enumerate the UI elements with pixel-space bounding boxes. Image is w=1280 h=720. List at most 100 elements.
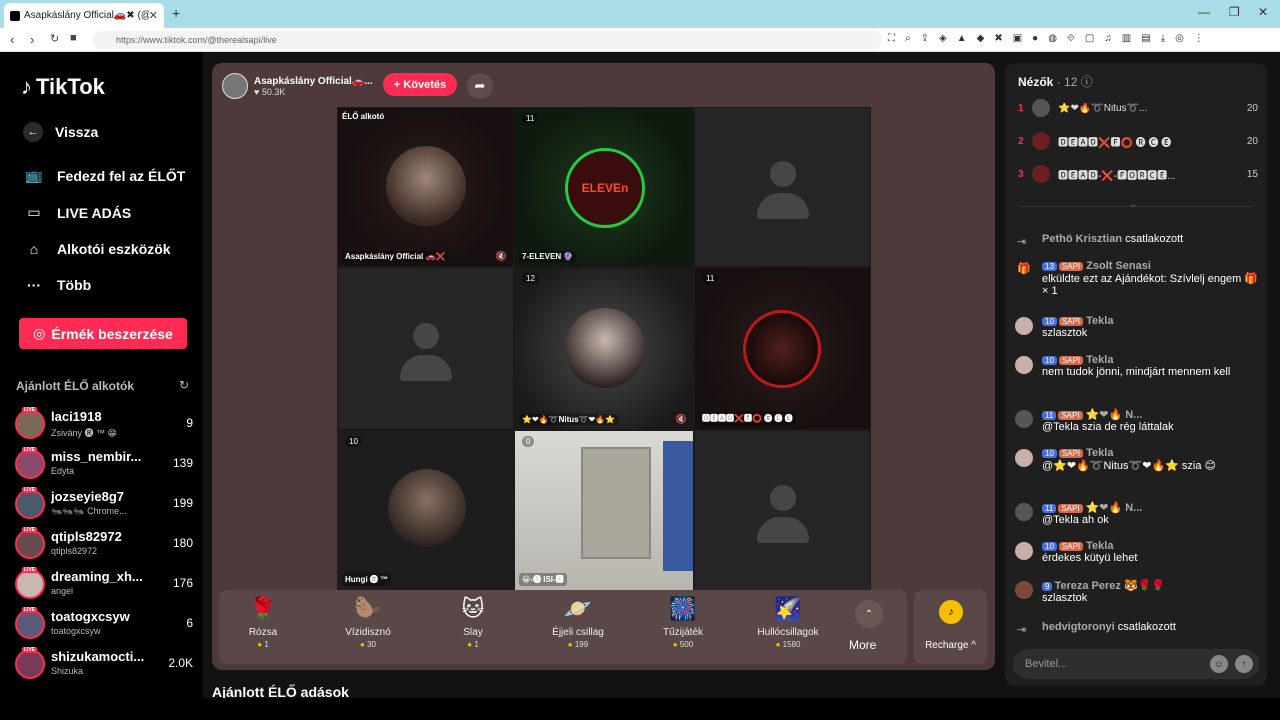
maximize-icon[interactable]: ❐	[1229, 5, 1240, 19]
ext-8-icon[interactable]: ▤	[1141, 33, 1150, 44]
top-viewer-row[interactable]: 3 🅳🅴🅰🅳-❌-🅵🅾🆁🅲🅴... 15	[1018, 164, 1258, 184]
avatar[interactable]	[1015, 410, 1033, 428]
host-info[interactable]: Asapkáslány Official🚗... ♥ 50.3K	[222, 73, 373, 99]
triangle-icon[interactable]: ▲	[957, 33, 967, 44]
chevron-up-icon[interactable]: ⌃	[855, 600, 883, 628]
gift-rose[interactable]: 🌹 Rózsa ● 1	[223, 596, 303, 649]
recommended-creator[interactable]: LIVE miss_nembir... Edyta 139	[15, 447, 195, 483]
ext-3-icon[interactable]: ▣	[1013, 33, 1022, 44]
download-icon[interactable]: ⤓	[1161, 33, 1165, 44]
close-window-icon[interactable]: ✕	[1258, 5, 1268, 19]
emoji-icon[interactable]: ☺	[1210, 655, 1228, 673]
zoom-icon[interactable]: ⌕	[905, 33, 911, 44]
top-viewer-row[interactable]: 2 🅳🅴🅰🅳❌🅵⭕ 🅡 🅒 🅔 20	[1018, 131, 1258, 151]
send-arrow-icon[interactable]: ↑	[1235, 655, 1253, 673]
follow-button[interactable]: + Követés	[383, 73, 457, 96]
recommended-creator[interactable]: LIVE jozseyie8g7 🐜🐜🐜 Chrome... 199	[15, 487, 195, 523]
reload-icon[interactable]: ↻	[50, 32, 59, 45]
recommended-creator[interactable]: LIVE toatogxcsyw toatogxcsyw 6	[15, 607, 195, 643]
close-tab-icon[interactable]: ✕	[149, 9, 158, 22]
chat-username[interactable]: hedvigtoronyi	[1042, 621, 1115, 633]
empty-guest-slot[interactable]	[694, 430, 871, 591]
sidebar-toggle-icon[interactable]: ▥	[1122, 33, 1131, 44]
recommended-creator[interactable]: LIVE dreaming_xh... angel 176	[15, 567, 195, 603]
viewers-header[interactable]: Nézők · 12 ⓘ	[1018, 73, 1093, 90]
minimize-icon[interactable]: —	[1198, 5, 1210, 19]
sidebar-item-more[interactable]: ··· Több	[23, 277, 91, 293]
chat-username[interactable]: Zsolt Senasi	[1086, 260, 1151, 272]
shield-icon[interactable]: ◈	[939, 33, 947, 44]
menu-icon[interactable]: ⋮	[1194, 33, 1204, 44]
guest-cell[interactable]: 12 ⭐❤🔥➰Nitus➰❤🔥⭐ 🔇	[514, 267, 694, 430]
ext-9-icon[interactable]: ◎	[1175, 33, 1184, 44]
guest-cell[interactable]: 11 ELEVEn 7-ELEVEN 🔮	[514, 107, 694, 267]
extension-toolbar: ⛶ ⌕ ⇪ ◈ ▲ ◆ ✖ ▣ ● ◍ ⟐ ▢ ♫ ▥ ▤ ⤓ ◎ ⋮	[888, 33, 1204, 44]
bookmark-icon[interactable]: ■	[70, 32, 77, 44]
gift-shooting-stars[interactable]: 🌠 Hullócsillagok ● 1580	[748, 596, 828, 649]
recommended-creator[interactable]: LIVE laci1918 Zsivány 🅡 ™ 😁 9	[15, 407, 195, 443]
ext-1-icon[interactable]: ◆	[977, 33, 985, 44]
guest-cell[interactable]: 0 😀-🅢 ISI-🆇	[514, 430, 694, 591]
browser-tab[interactable]: Asapkáslány Official🚗✖ (@ ✕	[4, 3, 164, 28]
ext-6-icon[interactable]: ⟐	[1067, 33, 1075, 44]
gift-night-star[interactable]: 🪐 Éjjeli csillag ● 199	[538, 596, 618, 649]
back-button[interactable]: ← Vissza	[23, 122, 98, 142]
live-badge: LIVE	[22, 447, 38, 453]
info-icon[interactable]: ⓘ	[1081, 75, 1093, 89]
muted-mic-icon: 🔇	[675, 414, 687, 424]
avatar[interactable]	[1015, 317, 1033, 335]
tab-title: Asapkáslány Official🚗✖ (@	[24, 10, 149, 21]
avatar[interactable]	[1015, 356, 1033, 374]
translate-icon[interactable]: ⛶	[888, 33, 895, 44]
ext-7-icon[interactable]: ▢	[1085, 33, 1094, 44]
get-coins-button[interactable]: ◎ Érmék beszerzése	[19, 318, 187, 349]
sidebar-item-creator-tools[interactable]: ⌂ Alkotói eszközök	[23, 241, 171, 257]
host-avatar[interactable]	[222, 73, 248, 99]
new-tab-button[interactable]: +	[172, 5, 180, 21]
more-gifts-button[interactable]: More	[849, 638, 876, 652]
expand-chevron-icon[interactable]: ⌄	[1129, 199, 1137, 210]
share-icon[interactable]: ⇪	[921, 33, 929, 44]
forward-nav-icon[interactable]: ›	[30, 32, 34, 47]
ext-5-icon[interactable]: ◍	[1048, 33, 1057, 44]
chat-username[interactable]: Tekla	[1086, 315, 1113, 327]
chat-username[interactable]: Tereza Perez 🐯🌹🌹	[1054, 580, 1165, 592]
chat-input[interactable]	[1025, 655, 1205, 673]
sidebar-item-explore-live[interactable]: 📺 Fedezd fel az ÉLŐT	[23, 167, 185, 184]
subscriber-badge: SAPI	[1058, 262, 1084, 271]
guest-cell[interactable]: 10 Hungi 🅡 ™	[337, 430, 514, 591]
chat-username[interactable]: Pethö Krisztian	[1042, 233, 1122, 245]
recommended-creator[interactable]: LIVE qtipls82972 qtipls82972 180	[15, 527, 195, 563]
url-field[interactable]: https://www.tiktok.com/@therealsapi/live	[92, 31, 882, 49]
top-viewer-row[interactable]: 1 ⭐❤🔥➰Nitus➰... 20	[1018, 98, 1258, 118]
recommended-creator[interactable]: LIVE shizukamocti... Shizuka 2.0K	[15, 647, 195, 683]
guest-cell-host[interactable]: ÉLŐ alkotó Asapkáslány Official 🚗❌ 🔇	[337, 107, 514, 267]
chat-username[interactable]: Tekla	[1086, 354, 1113, 366]
tiktok-note-icon: ♪	[21, 74, 32, 99]
share-icon[interactable]: ➦	[467, 73, 493, 99]
empty-guest-slot[interactable]	[694, 107, 871, 267]
chat-username[interactable]: ⭐❤🔥 N...	[1086, 409, 1143, 421]
avatar[interactable]	[1015, 449, 1033, 467]
avatar[interactable]	[1015, 581, 1033, 599]
refresh-icon[interactable]: ↻	[179, 378, 189, 392]
recharge-button[interactable]: ♪ Recharge ^	[914, 590, 987, 664]
tiktok-logo[interactable]: ♪ TikTok	[21, 74, 105, 100]
chat-username[interactable]: Tekla	[1086, 540, 1113, 552]
avatar[interactable]	[1015, 542, 1033, 560]
browser-tab-bar: Asapkáslány Official🚗✖ (@ ✕ + — ❐ ✕	[0, 0, 1280, 28]
sidebar-item-live-studio[interactable]: ▭ LIVE ADÁS	[23, 204, 131, 221]
avatar[interactable]	[1015, 503, 1033, 521]
back-nav-icon[interactable]: ‹	[10, 32, 14, 47]
guest-cell[interactable]: 11 🅳🅴🅰🅳❌🅵⭕ 🅡 🅒 🅔	[694, 267, 871, 430]
gift-fireworks[interactable]: 🎆 Tűzijáték ● 500	[643, 596, 723, 649]
gift-capybara[interactable]: 🦫 Vízidisznó ● 30	[328, 596, 408, 649]
music-icon[interactable]: ♫	[1104, 33, 1112, 44]
ext-2-icon[interactable]: ✖	[994, 33, 1002, 44]
empty-guest-slot[interactable]	[337, 267, 514, 430]
chat-username[interactable]: Tekla	[1086, 447, 1113, 459]
gift-slay[interactable]: 🐱 Slay ● 1	[433, 596, 513, 649]
gift-name: Hullócsillagok	[757, 627, 819, 638]
chat-username[interactable]: ⭐❤🔥 N...	[1086, 502, 1143, 514]
ext-4-icon[interactable]: ●	[1032, 33, 1038, 44]
